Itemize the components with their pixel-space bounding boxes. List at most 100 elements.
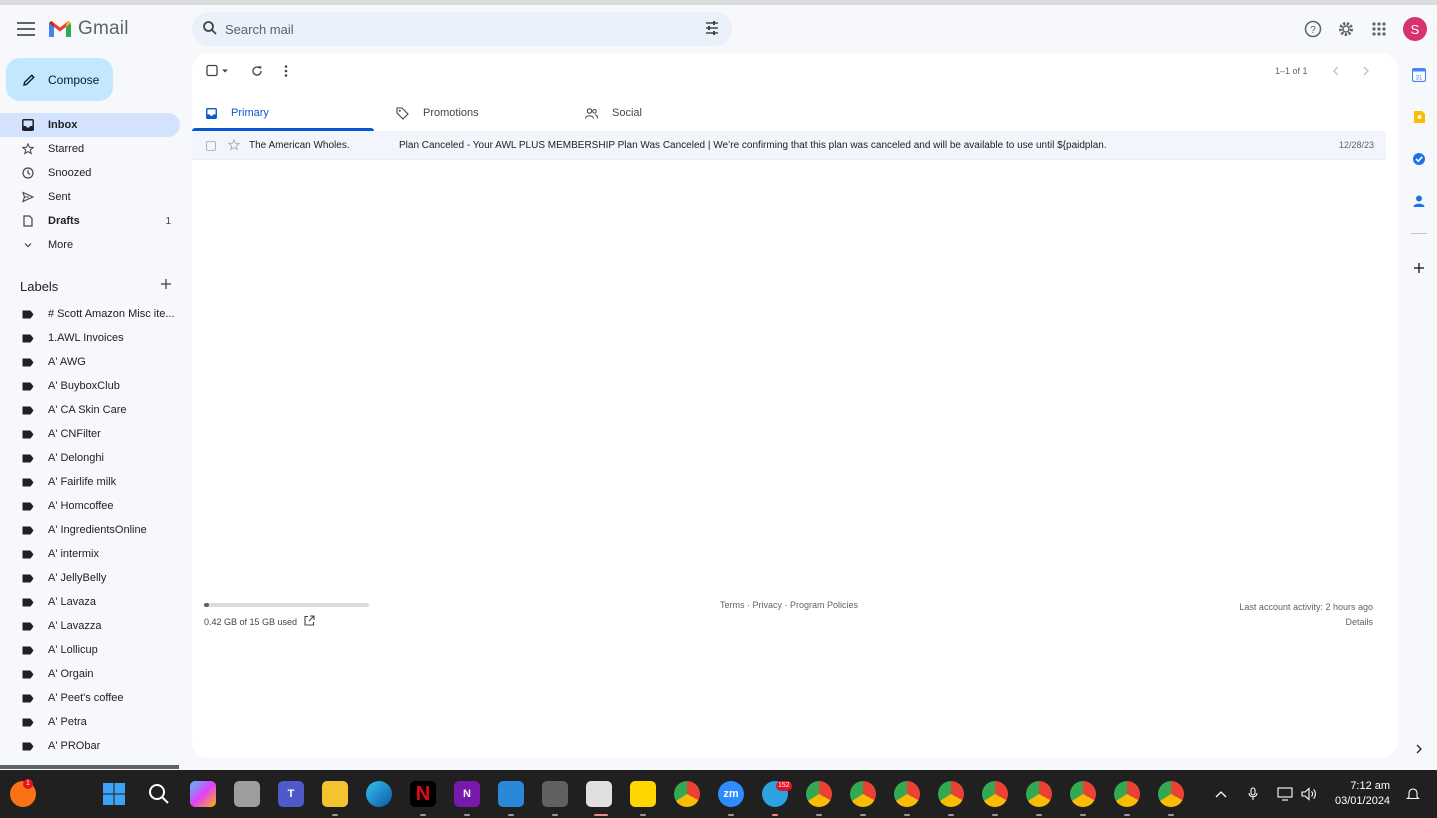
- email-checkbox[interactable]: [206, 141, 216, 151]
- search-bar[interactable]: [192, 12, 732, 46]
- label-item[interactable]: A' Lavazza: [0, 614, 180, 638]
- tab-social[interactable]: Social: [585, 95, 642, 131]
- label-item[interactable]: A' Delonghi: [0, 446, 180, 470]
- sidebar-item-more[interactable]: More: [0, 233, 180, 257]
- label-item[interactable]: A' BuyboxClub: [0, 374, 180, 398]
- label-name: # Scott Amazon Misc ite...: [48, 308, 175, 320]
- label-item[interactable]: A' Peet's coffee: [0, 686, 180, 710]
- sidebar-item-inbox[interactable]: Inbox: [0, 113, 180, 137]
- main-panel: 1–1 of 1 Primary Promotions Social The A…: [192, 53, 1398, 758]
- calculator-icon[interactable]: [542, 781, 568, 807]
- notepad-icon[interactable]: [498, 781, 524, 807]
- tab-promotions[interactable]: Promotions: [396, 95, 479, 131]
- compose-button[interactable]: Compose: [6, 58, 113, 101]
- chrome-profile-icon[interactable]: [894, 781, 920, 807]
- chrome-profile-icon[interactable]: [938, 781, 964, 807]
- chrome-profile-icon[interactable]: [1070, 781, 1096, 807]
- teams-icon[interactable]: T: [278, 781, 304, 807]
- sidebar-item-sent[interactable]: Sent: [0, 185, 180, 209]
- label-item[interactable]: A' CNFilter: [0, 422, 180, 446]
- label-tag-icon: [22, 310, 34, 319]
- sidebar-item-starred[interactable]: Starred: [0, 137, 180, 161]
- account-avatar[interactable]: S: [1403, 17, 1427, 41]
- sidebar-nav: Inbox Starred Snoozed Sent Drafts 1 More: [0, 113, 180, 257]
- microphone-icon[interactable]: [1245, 786, 1261, 802]
- show-side-panel-icon[interactable]: [1411, 741, 1427, 757]
- newer-page-icon[interactable]: [1330, 63, 1342, 79]
- label-tag-icon: [22, 478, 34, 487]
- star-icon[interactable]: [227, 138, 241, 154]
- running-indicator: [640, 814, 646, 816]
- label-item[interactable]: 1.AWL Invoices: [0, 326, 180, 350]
- open-external-icon[interactable]: [304, 615, 315, 628]
- label-item[interactable]: A' Lollicup: [0, 638, 180, 662]
- copilot-icon[interactable]: [190, 781, 216, 807]
- tasks-icon[interactable]: [1411, 151, 1427, 167]
- label-item[interactable]: A' CA Skin Care: [0, 398, 180, 422]
- details-link[interactable]: Details: [1239, 615, 1373, 630]
- chrome-icon[interactable]: [674, 781, 700, 807]
- label-item[interactable]: A' Petra: [0, 710, 180, 734]
- label-item[interactable]: A' intermix: [0, 542, 180, 566]
- search-icon[interactable]: [202, 20, 218, 39]
- apps-grid-icon[interactable]: [1368, 18, 1390, 40]
- label-name: A' BuyboxClub: [48, 380, 120, 392]
- netflix-icon[interactable]: N: [410, 781, 436, 807]
- label-item[interactable]: A' Orgain: [0, 662, 180, 686]
- chrome-profile-icon[interactable]: [1026, 781, 1052, 807]
- label-tag-icon: [22, 430, 34, 439]
- label-name: A' CA Skin Care: [48, 404, 127, 416]
- keep-icon[interactable]: [1411, 109, 1427, 125]
- help-icon[interactable]: ?: [1302, 18, 1324, 40]
- tab-primary[interactable]: Primary: [206, 95, 269, 131]
- more-options-icon[interactable]: [282, 63, 290, 79]
- chrome-profile-icon[interactable]: [806, 781, 832, 807]
- zoom-icon[interactable]: zm: [718, 781, 744, 807]
- label-item[interactable]: A' Lavaza: [0, 590, 180, 614]
- search-input[interactable]: [225, 12, 685, 46]
- refresh-icon[interactable]: [250, 63, 264, 79]
- snipping-tool-icon[interactable]: [586, 781, 612, 807]
- label-item[interactable]: A' PRObar: [0, 734, 180, 758]
- contacts-icon[interactable]: [1411, 193, 1427, 209]
- search-taskbar-icon[interactable]: [146, 781, 172, 807]
- sidebar-item-label: More: [48, 239, 74, 251]
- gmail-logo[interactable]: Gmail: [48, 17, 129, 41]
- notifications-bell-icon[interactable]: [1405, 786, 1421, 802]
- send-icon: [22, 191, 34, 203]
- task-view-icon[interactable]: [234, 781, 260, 807]
- onenote-icon[interactable]: N: [454, 781, 480, 807]
- network-icon[interactable]: [1277, 786, 1293, 802]
- chrome-profile-icon[interactable]: [982, 781, 1008, 807]
- draft-icon: [22, 215, 34, 227]
- label-item[interactable]: A' Homcoffee: [0, 494, 180, 518]
- older-page-icon[interactable]: [1360, 63, 1372, 79]
- sidebar-scrollbar[interactable]: [0, 765, 179, 769]
- chrome-profile-icon[interactable]: [850, 781, 876, 807]
- sidebar-item-snoozed[interactable]: Snoozed: [0, 161, 180, 185]
- main-menu-icon[interactable]: [14, 17, 38, 41]
- calendar-icon[interactable]: 31: [1411, 67, 1427, 83]
- chrome-profile-icon[interactable]: [1158, 781, 1184, 807]
- sticky-notes-icon[interactable]: [630, 781, 656, 807]
- settings-gear-icon[interactable]: [1335, 18, 1357, 40]
- label-item[interactable]: A' AWG: [0, 350, 180, 374]
- windows-start-icon[interactable]: [101, 781, 127, 807]
- system-clock[interactable]: 7:12 am 03/01/2024: [1335, 779, 1390, 809]
- tray-chevron-up-icon[interactable]: [1213, 786, 1229, 802]
- edge-icon[interactable]: [366, 781, 392, 807]
- label-item[interactable]: A' IngredientsOnline: [0, 518, 180, 542]
- select-all-checkbox[interactable]: [206, 63, 232, 79]
- label-item[interactable]: A' Fairlife milk: [0, 470, 180, 494]
- footer-links[interactable]: Terms · Privacy · Program Policies: [720, 600, 858, 610]
- label-item[interactable]: # Scott Amazon Misc ite...: [0, 302, 180, 326]
- sidebar-item-drafts[interactable]: Drafts 1: [0, 209, 180, 233]
- volume-icon[interactable]: [1301, 786, 1317, 802]
- label-item[interactable]: A' JellyBelly: [0, 566, 180, 590]
- add-label-icon[interactable]: [160, 278, 172, 293]
- email-row[interactable]: The American Wholes. Plan Canceled - You…: [192, 131, 1386, 160]
- chrome-profile-icon[interactable]: [1114, 781, 1140, 807]
- file-explorer-icon[interactable]: [322, 781, 348, 807]
- add-addon-icon[interactable]: [1411, 260, 1427, 276]
- search-filter-icon[interactable]: [704, 20, 720, 39]
